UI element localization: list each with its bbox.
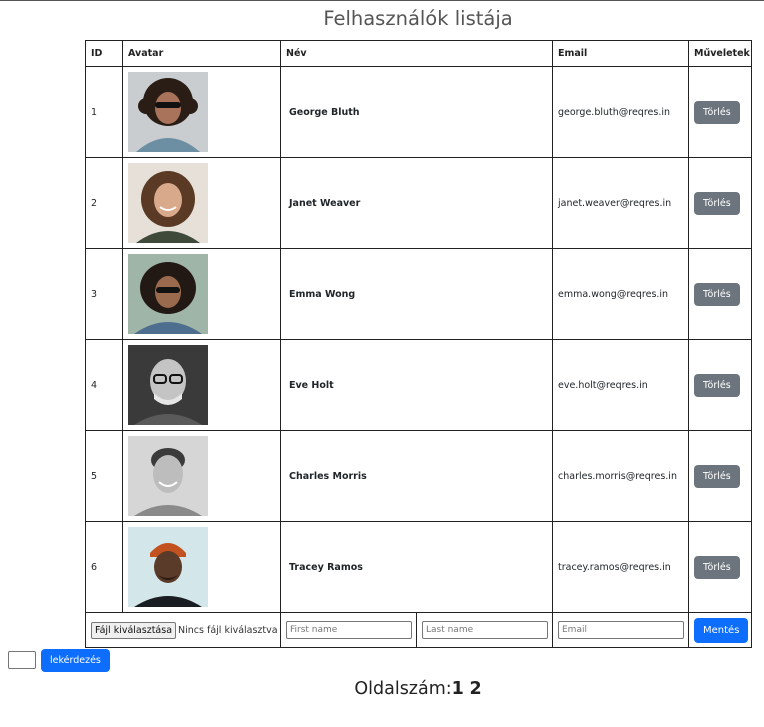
header-id: ID bbox=[85, 40, 123, 67]
file-input-cell: Fájl kiválasztása Nincs fájl kiválasztva bbox=[85, 612, 281, 648]
last-name-cell bbox=[416, 612, 553, 648]
query-button[interactable]: lekérdezés bbox=[41, 649, 110, 672]
cell-name: Charles Morris bbox=[280, 430, 553, 522]
cell-actions: Törlés bbox=[688, 248, 752, 340]
pagination-label: Oldalszám: bbox=[354, 679, 452, 699]
avatar-image bbox=[128, 72, 208, 152]
table-row: 6 Tracey Ramos tracey.ramos@reqres.in Tö… bbox=[85, 521, 752, 613]
avatar-image bbox=[128, 345, 208, 425]
cell-avatar bbox=[122, 248, 281, 340]
avatar-image bbox=[128, 163, 208, 243]
table-header-row: ID Avatar Név Email Műveletek bbox=[85, 40, 752, 67]
cell-name: Tracey Ramos bbox=[280, 521, 553, 613]
page-link-2[interactable]: 2 bbox=[469, 679, 481, 699]
save-button[interactable]: Mentés bbox=[694, 617, 749, 643]
header-avatar: Avatar bbox=[122, 40, 281, 67]
cell-id: 3 bbox=[85, 248, 123, 340]
top-border-line bbox=[0, 0, 764, 1]
cell-avatar bbox=[122, 66, 281, 158]
header-name: Név bbox=[280, 40, 553, 67]
cell-email: george.bluth@reqres.in bbox=[552, 66, 689, 158]
delete-button[interactable]: Törlés bbox=[694, 282, 740, 306]
cell-id: 4 bbox=[85, 339, 123, 431]
email-input[interactable] bbox=[558, 621, 684, 639]
page-number-input[interactable] bbox=[8, 651, 36, 669]
cell-name: Eve Holt bbox=[280, 339, 553, 431]
page-link-1[interactable]: 1 bbox=[452, 679, 464, 699]
cell-email: janet.weaver@reqres.in bbox=[552, 157, 689, 249]
last-name-input[interactable] bbox=[422, 621, 548, 639]
save-cell: Mentés bbox=[688, 612, 752, 648]
table-row: 4 Eve Holt eve.holt@reqres.in Törlés bbox=[85, 339, 752, 431]
header-actions: Műveletek bbox=[688, 40, 752, 67]
cell-actions: Törlés bbox=[688, 157, 752, 249]
cell-avatar bbox=[122, 430, 281, 522]
new-user-form-row: Fájl kiválasztása Nincs fájl kiválasztva … bbox=[85, 612, 752, 648]
table-row: 1 George Bluth george.bluth@reqres.in Tö… bbox=[85, 66, 752, 158]
delete-button[interactable]: Törlés bbox=[694, 373, 740, 397]
cell-email: tracey.ramos@reqres.in bbox=[552, 521, 689, 613]
file-status-label: Nincs fájl kiválasztva bbox=[178, 624, 278, 636]
cell-id: 5 bbox=[85, 430, 123, 522]
avatar-image bbox=[128, 527, 208, 607]
users-table: ID Avatar Név Email Műveletek 1 George B… bbox=[85, 40, 752, 648]
cell-avatar bbox=[122, 157, 281, 249]
cell-avatar bbox=[122, 339, 281, 431]
avatar-image bbox=[128, 436, 208, 516]
pagination: Oldalszám:1 2 bbox=[0, 679, 764, 699]
email-cell bbox=[552, 612, 689, 648]
delete-button[interactable]: Törlés bbox=[694, 464, 740, 488]
cell-email: eve.holt@reqres.in bbox=[552, 339, 689, 431]
cell-avatar bbox=[122, 521, 281, 613]
cell-email: charles.morris@reqres.in bbox=[552, 430, 689, 522]
table-row: 3 Emma Wong emma.wong@reqres.in Törlés bbox=[85, 248, 752, 340]
delete-button[interactable]: Törlés bbox=[694, 555, 740, 579]
cell-name: George Bluth bbox=[280, 66, 553, 158]
cell-id: 6 bbox=[85, 521, 123, 613]
table-row: 5 Charles Morris charles.morris@reqres.i… bbox=[85, 430, 752, 522]
cell-actions: Törlés bbox=[688, 339, 752, 431]
cell-email: emma.wong@reqres.in bbox=[552, 248, 689, 340]
first-name-input[interactable] bbox=[286, 621, 412, 639]
cell-name: Emma Wong bbox=[280, 248, 553, 340]
header-email: Email bbox=[552, 40, 689, 67]
delete-button[interactable]: Törlés bbox=[694, 191, 740, 215]
cell-actions: Törlés bbox=[688, 66, 752, 158]
cell-actions: Törlés bbox=[688, 521, 752, 613]
cell-name: Janet Weaver bbox=[280, 157, 553, 249]
first-name-cell bbox=[280, 612, 417, 648]
cell-id: 2 bbox=[85, 157, 123, 249]
avatar-image bbox=[128, 254, 208, 334]
cell-actions: Törlés bbox=[688, 430, 752, 522]
cell-id: 1 bbox=[85, 66, 123, 158]
table-row: 2 Janet Weaver janet.weaver@reqres.in Tö… bbox=[85, 157, 752, 249]
delete-button[interactable]: Törlés bbox=[694, 100, 740, 124]
page-title: Felhasználók listája bbox=[323, 7, 513, 30]
file-select-button[interactable]: Fájl kiválasztása bbox=[91, 621, 177, 639]
